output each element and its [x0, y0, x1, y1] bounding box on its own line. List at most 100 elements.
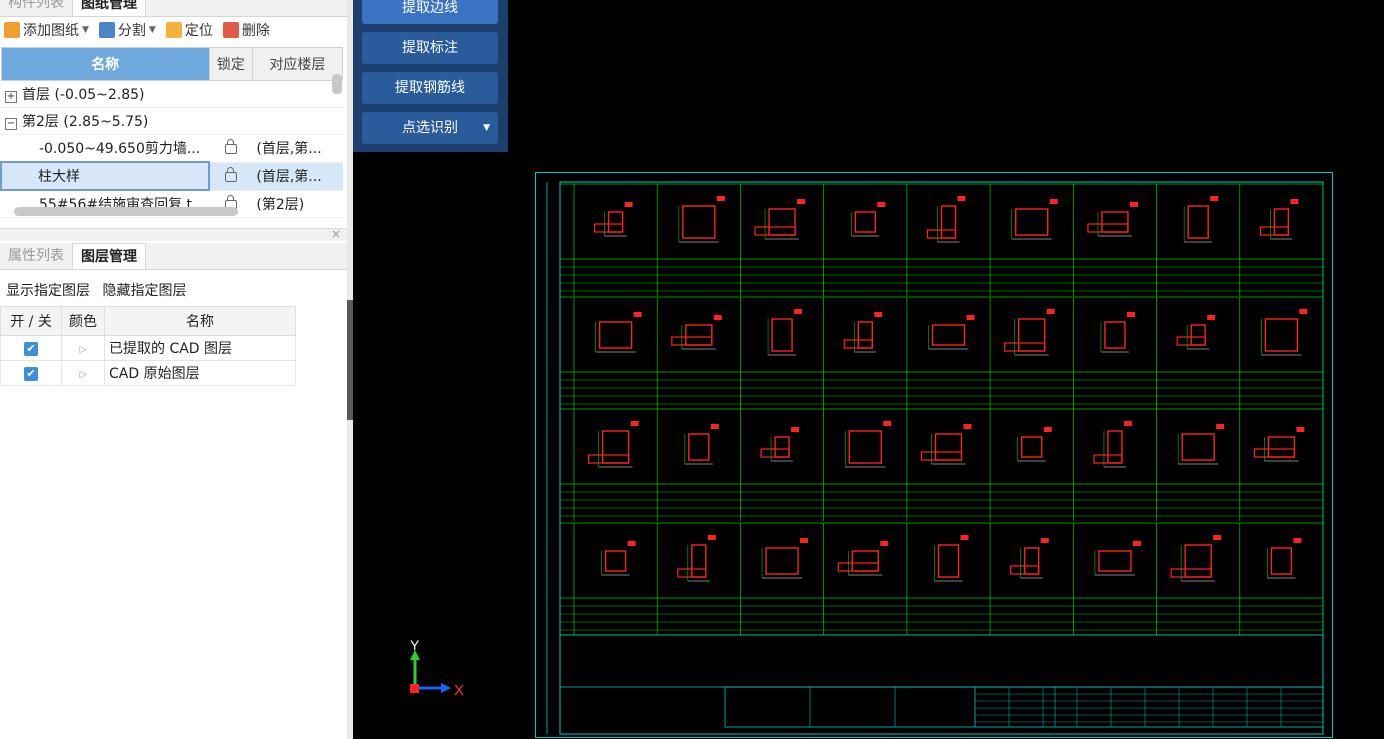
axis-y-label: Y: [410, 637, 420, 653]
section-detail: [594, 202, 633, 237]
color-picker-icon[interactable]: ▷: [80, 370, 87, 380]
section-detail: [837, 541, 889, 576]
cad-drawing-canvas[interactable]: [535, 172, 1333, 738]
vertical-scrollbar[interactable]: [332, 74, 342, 94]
delete-button[interactable]: 删除: [222, 20, 270, 40]
section-detail: [760, 427, 800, 462]
chevron-down-icon[interactable]: ▼: [483, 112, 490, 144]
section-detail: [677, 535, 716, 582]
delete-label: 删除: [241, 23, 270, 39]
section-detail: [767, 309, 803, 356]
column-header-toggle: 开 / 关: [0, 306, 62, 336]
layer-name: CAD 原始图层: [104, 360, 296, 386]
section-detail: [588, 421, 639, 468]
floor-row[interactable]: + 首层 (-0.05~2.85): [1, 80, 343, 108]
section-detail: [850, 202, 886, 237]
splitter-grip[interactable]: [347, 300, 353, 420]
layer-row[interactable]: ✔ ▷ 已提取的 CAD 图层: [0, 335, 296, 361]
section-detail: [1004, 309, 1055, 356]
floor-label: 第2层 (2.85~5.75): [22, 114, 149, 130]
collapse-icon[interactable]: −: [5, 118, 17, 130]
layer-actions: 显示指定图层 隐藏指定图层: [6, 280, 194, 300]
split-icon: [98, 22, 115, 38]
point-recognize-label: 点选识别: [402, 120, 458, 136]
locate-button[interactable]: 定位: [165, 20, 213, 40]
section-detail: [1177, 424, 1225, 465]
section-detail: [1094, 541, 1141, 576]
tab-property-list[interactable]: 属性列表: [0, 243, 72, 269]
section-detail: [926, 196, 966, 243]
section-detail: [928, 315, 975, 350]
column-header-name[interactable]: 名称: [0, 47, 210, 81]
recognition-panel: 提取边线 提取标注 提取钢筋线 点选识别 ▼: [353, 0, 508, 152]
extract-annotation-button[interactable]: 提取标注: [362, 32, 498, 64]
drawing-name[interactable]: -0.050~49.650剪力墙...: [1, 134, 210, 163]
section-detail: [843, 312, 883, 353]
section-detail: [1087, 202, 1138, 237]
section-detail: [1017, 427, 1052, 462]
tab-component-list[interactable]: 构件列表: [0, 0, 72, 16]
drawing-floor: (第2层): [252, 190, 343, 218]
add-drawing-icon: [4, 22, 20, 38]
section-detail: [754, 199, 806, 240]
section-detail: [1176, 315, 1216, 350]
floor-row[interactable]: − 第2层 (2.85~5.75): [1, 107, 343, 135]
section-detail: [601, 541, 636, 576]
close-icon[interactable]: ×: [331, 227, 341, 241]
section-detail: [934, 535, 969, 582]
drawing-name[interactable]: 柱大样: [0, 161, 211, 191]
drawing-toolbar: 添加图纸 ▼ 分割 ▼ 定位 删除: [0, 16, 347, 44]
expand-icon[interactable]: +: [5, 91, 17, 103]
drawing-floor: (首层,第...: [252, 162, 343, 191]
delete-icon: [222, 22, 239, 38]
top-tab-bar: 构件列表 图纸管理: [0, 0, 347, 17]
column-header-floor[interactable]: 对应楼层: [251, 47, 344, 81]
coordinate-axes-icon: Y X: [410, 637, 464, 699]
lock-icon[interactable]: [224, 139, 237, 155]
table-row[interactable]: 柱大样 (首层,第...: [0, 161, 343, 191]
section-detail: [1093, 421, 1132, 468]
section-detail: [844, 421, 892, 468]
section-detail: [920, 424, 972, 465]
color-picker-icon[interactable]: ▷: [80, 345, 87, 355]
tab-drawing-management[interactable]: 图纸管理: [72, 0, 146, 16]
column-header-lock[interactable]: 锁定: [208, 47, 253, 81]
section-detail: [761, 538, 809, 579]
extract-edge-button[interactable]: 提取边线: [362, 0, 498, 24]
section-detail: [671, 315, 722, 350]
section-detail: [1267, 538, 1302, 579]
section-detail: [1010, 538, 1049, 579]
left-panel: 构件列表 图纸管理 添加图纸 ▼ 分割 ▼ 定位 删除 名称 锁定 对应楼层 +…: [0, 0, 348, 739]
add-drawing-button[interactable]: 添加图纸 ▼: [4, 20, 89, 40]
column-header-color: 颜色: [61, 306, 105, 336]
lock-icon[interactable]: [225, 167, 238, 182]
title-block: [809, 687, 1323, 727]
chevron-down-icon: ▼: [148, 25, 156, 35]
split-button[interactable]: 分割 ▼: [98, 20, 156, 40]
layer-checkbox[interactable]: ✔: [24, 367, 38, 381]
hide-layer-button[interactable]: 隐藏指定图层: [102, 283, 186, 299]
show-layer-button[interactable]: 显示指定图层: [6, 283, 90, 299]
drawing-table: 名称 锁定 对应楼层 + 首层 (-0.05~2.85) − 第2层 (2.85~5…: [0, 47, 344, 218]
bottom-tab-bar: 属性列表 图层管理: [0, 243, 347, 270]
section-detail: [684, 424, 719, 465]
tab-layer-management[interactable]: 图层管理: [72, 243, 146, 269]
section-detail: [595, 312, 642, 353]
table-row[interactable]: -0.050~49.650剪力墙... (首层,第...: [1, 134, 343, 163]
floor-label: 首层 (-0.05~2.85): [22, 87, 145, 103]
drawing-floor: (首层,第...: [252, 134, 343, 163]
axis-x-label: X: [454, 682, 464, 699]
section-detail: [1011, 199, 1058, 240]
locate-icon: [165, 22, 182, 38]
point-recognize-button[interactable]: 点选识别 ▼: [362, 112, 498, 144]
extract-rebar-line-button[interactable]: 提取钢筋线: [362, 72, 498, 104]
layer-row[interactable]: ✔ ▷ CAD 原始图层: [0, 360, 296, 386]
add-drawing-label: 添加图纸: [23, 23, 79, 39]
horizontal-scrollbar[interactable]: [14, 207, 238, 216]
section-detail: [1261, 309, 1308, 356]
section-detail: [1170, 535, 1222, 582]
chevron-down-icon: ▼: [82, 25, 89, 35]
section-detail: [1253, 427, 1305, 462]
panel-divider: ×: [0, 227, 347, 241]
layer-checkbox[interactable]: ✔: [24, 342, 38, 356]
